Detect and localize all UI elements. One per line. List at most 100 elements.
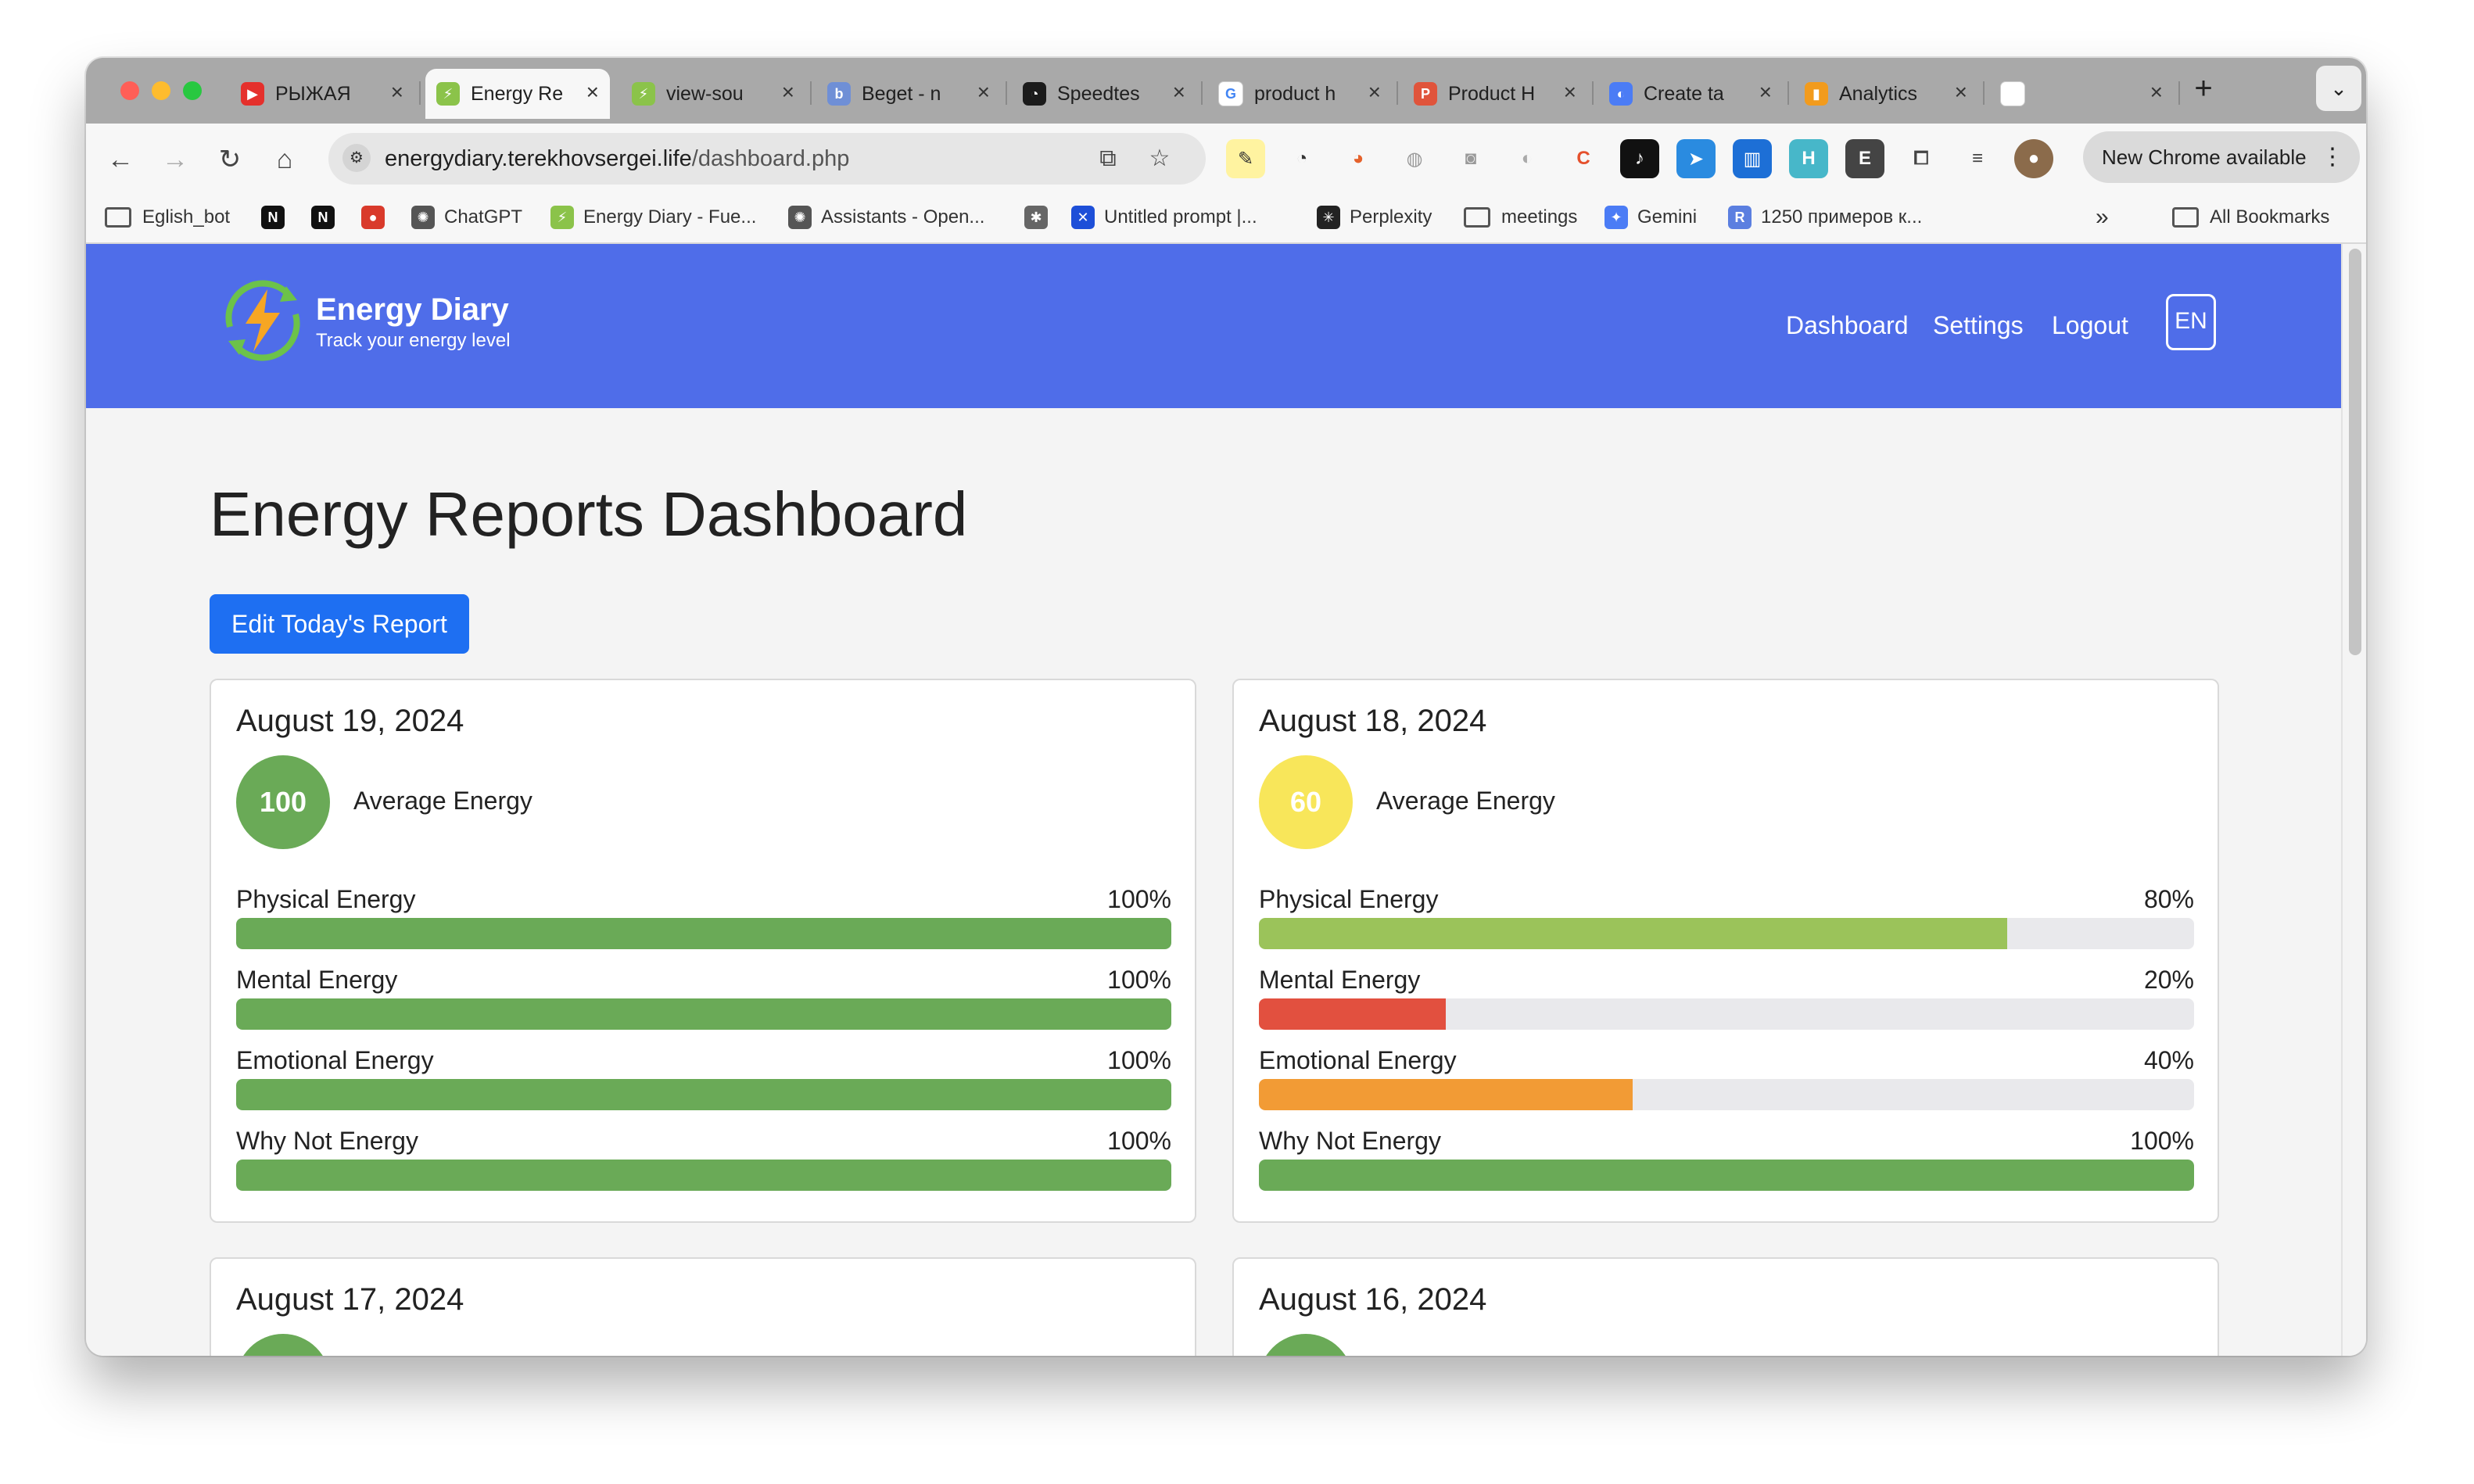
tab-title: Product H: [1448, 82, 1536, 105]
close-tab-icon[interactable]: ×: [977, 80, 990, 105]
h-extension-icon[interactable]: H: [1789, 139, 1828, 178]
metric-name: Physical Energy: [236, 885, 416, 913]
average-energy-badge: [236, 1334, 330, 1356]
edit-today-report-button[interactable]: Edit Today's Report: [210, 594, 469, 654]
progress-fill: [1259, 918, 2007, 949]
c-extension-icon[interactable]: C: [1564, 139, 1603, 178]
analytics-icon: ▮: [1805, 82, 1828, 106]
bookmark-item[interactable]: ✱: [1024, 202, 1057, 233]
new-tab-button[interactable]: +: [2182, 67, 2225, 111]
tab-title: Beget - n: [862, 82, 941, 105]
globe-extension-icon[interactable]: ◍: [1395, 139, 1434, 178]
tab-title: РЫЖАЯ: [275, 82, 351, 105]
tab-7[interactable]: ◐ Create ta ×: [1598, 69, 1789, 119]
puzzle-extensions-icon[interactable]: ⧠: [1902, 139, 1941, 178]
progress-fill: [1259, 1079, 1633, 1110]
bookmark-item[interactable]: ⚡ Energy Diary - Fue...: [550, 202, 756, 233]
leaf-extension-icon[interactable]: ◐: [1508, 139, 1547, 178]
extensions-area: ✎ ◔ ◕ ◍ ◙ ◐ C ♪ ➤ ▥ H E ⧠ ≡ ●: [1226, 139, 2053, 178]
telegram-extension-icon[interactable]: ➤: [1676, 139, 1716, 178]
chrome-update-label: New Chrome available: [2102, 145, 2307, 169]
tiktok-extension-icon[interactable]: ♪: [1620, 139, 1659, 178]
progress-fill: [236, 918, 1171, 949]
tab-3[interactable]: b Beget - n ×: [816, 69, 1007, 119]
tab-9[interactable]: ×: [1989, 69, 2180, 119]
menu-dots-icon[interactable]: ⋮: [2321, 131, 2344, 183]
tab-search-button[interactable]: ⌄: [2316, 66, 2361, 111]
home-button[interactable]: ⌂: [266, 141, 303, 178]
bookmark-item[interactable]: ●: [361, 202, 394, 233]
bookmark-item[interactable]: ✺ ChatGPT: [411, 202, 522, 233]
bookmark-item[interactable]: N: [311, 202, 344, 233]
profile-avatar[interactable]: ●: [2014, 139, 2053, 178]
chrome-update-button[interactable]: New Chrome available ⋮: [2083, 131, 2360, 183]
notion-icon: N: [311, 206, 335, 229]
close-tab-icon[interactable]: ×: [1564, 80, 1576, 105]
close-tab-icon[interactable]: ×: [1173, 80, 1185, 105]
pen-extension-icon[interactable]: ✎: [1226, 139, 1265, 178]
flame-extension-icon[interactable]: ◕: [1339, 139, 1378, 178]
tab-4[interactable]: ◔ Speedtes ×: [1012, 69, 1203, 119]
tab-5[interactable]: Gproduct h ×: [1207, 69, 1398, 119]
nav-dashboard-link[interactable]: Dashboard: [1786, 311, 1909, 340]
camera-extension-icon[interactable]: ◙: [1451, 139, 1490, 178]
close-tab-icon[interactable]: ×: [586, 80, 599, 105]
blank-page-icon: [2000, 81, 2025, 106]
scrollbar-thumb[interactable]: [2349, 249, 2361, 655]
forward-button[interactable]: →: [156, 141, 194, 178]
nav-settings-link[interactable]: Settings: [1933, 311, 2024, 340]
trello-extension-icon[interactable]: ▥: [1733, 139, 1772, 178]
reload-button[interactable]: ↻: [211, 141, 249, 178]
brand-title[interactable]: Energy Diary: [316, 292, 509, 328]
bookmark-star-icon[interactable]: ☆: [1142, 141, 1178, 177]
bookmark-item[interactable]: Eglish_bot: [105, 202, 230, 233]
reading-list-icon[interactable]: ≡: [1958, 139, 1997, 178]
bookmark-item[interactable]: N: [261, 202, 294, 233]
url-path: /dashboard.php: [691, 146, 850, 171]
tab-separator: [419, 81, 421, 105]
tab-1[interactable]: ⚡ Energy Re ×: [425, 69, 610, 119]
progress-bar: [236, 1079, 1171, 1110]
tab-2[interactable]: ⚡ view-sou ×: [621, 69, 812, 119]
tab-0[interactable]: ▶ РЫЖАЯ ×: [230, 69, 421, 119]
bookmark-item[interactable]: R 1250 примеров к...: [1728, 202, 1922, 233]
close-tab-icon[interactable]: ×: [391, 80, 403, 105]
scrollbar[interactable]: [2341, 244, 2366, 1356]
bookmark-item[interactable]: ✦ Gemini: [1605, 202, 1697, 233]
close-tab-icon[interactable]: ×: [2150, 80, 2163, 105]
bookmark-item[interactable]: ✺ Assistants - Open...: [788, 202, 984, 233]
nav-logout-link[interactable]: Logout: [2052, 311, 2128, 340]
open-in-app-icon[interactable]: ⧉: [1090, 141, 1126, 177]
energy-metric: Mental Energy 100%: [236, 966, 1171, 1030]
e-extension-icon[interactable]: E: [1845, 139, 1884, 178]
tab-8[interactable]: ▮ Analytics ×: [1794, 69, 1985, 119]
language-button[interactable]: EN: [2166, 294, 2216, 350]
report-date: August 18, 2024: [1259, 704, 1487, 738]
url-text[interactable]: energydiary.terekhovsergei.life/dashboar…: [385, 146, 849, 172]
close-tab-icon[interactable]: ×: [1955, 80, 1967, 105]
bookmarks-overflow-button[interactable]: »: [2096, 202, 2109, 233]
bookmark-item[interactable]: meetings: [1464, 202, 1577, 233]
all-bookmarks-button[interactable]: All Bookmarks: [2172, 202, 2329, 233]
zoom-window-button[interactable]: [183, 81, 202, 100]
bookmark-item[interactable]: ✳ Perplexity: [1317, 202, 1432, 233]
site-info-icon[interactable]: ⚙: [342, 144, 371, 172]
address-bar[interactable]: ⚙ energydiary.terekhovsergei.life/dashbo…: [328, 133, 1206, 185]
back-button[interactable]: ←: [102, 141, 139, 178]
gauge-extension-icon[interactable]: ◔: [1282, 139, 1321, 178]
metric-name: Emotional Energy: [236, 1046, 434, 1074]
close-tab-icon[interactable]: ×: [1368, 80, 1381, 105]
bookmark-item[interactable]: ✕ Untitled prompt |...: [1071, 202, 1257, 233]
bookmark-label: Gemini: [1637, 206, 1698, 228]
close-window-button[interactable]: [120, 81, 139, 100]
minimize-window-button[interactable]: [152, 81, 170, 100]
bookmark-label: Energy Diary - Fue...: [583, 206, 757, 228]
all-bookmarks-label: All Bookmarks: [2210, 206, 2330, 228]
bookmark-label: ChatGPT: [444, 206, 523, 228]
openai-icon: ✺: [788, 206, 812, 229]
notion-icon: N: [261, 206, 285, 229]
close-tab-icon[interactable]: ×: [782, 80, 794, 105]
tab-6[interactable]: P Product H ×: [1403, 69, 1594, 119]
url-host: energydiary.terekhovsergei.life: [385, 146, 692, 171]
close-tab-icon[interactable]: ×: [1759, 80, 1772, 105]
